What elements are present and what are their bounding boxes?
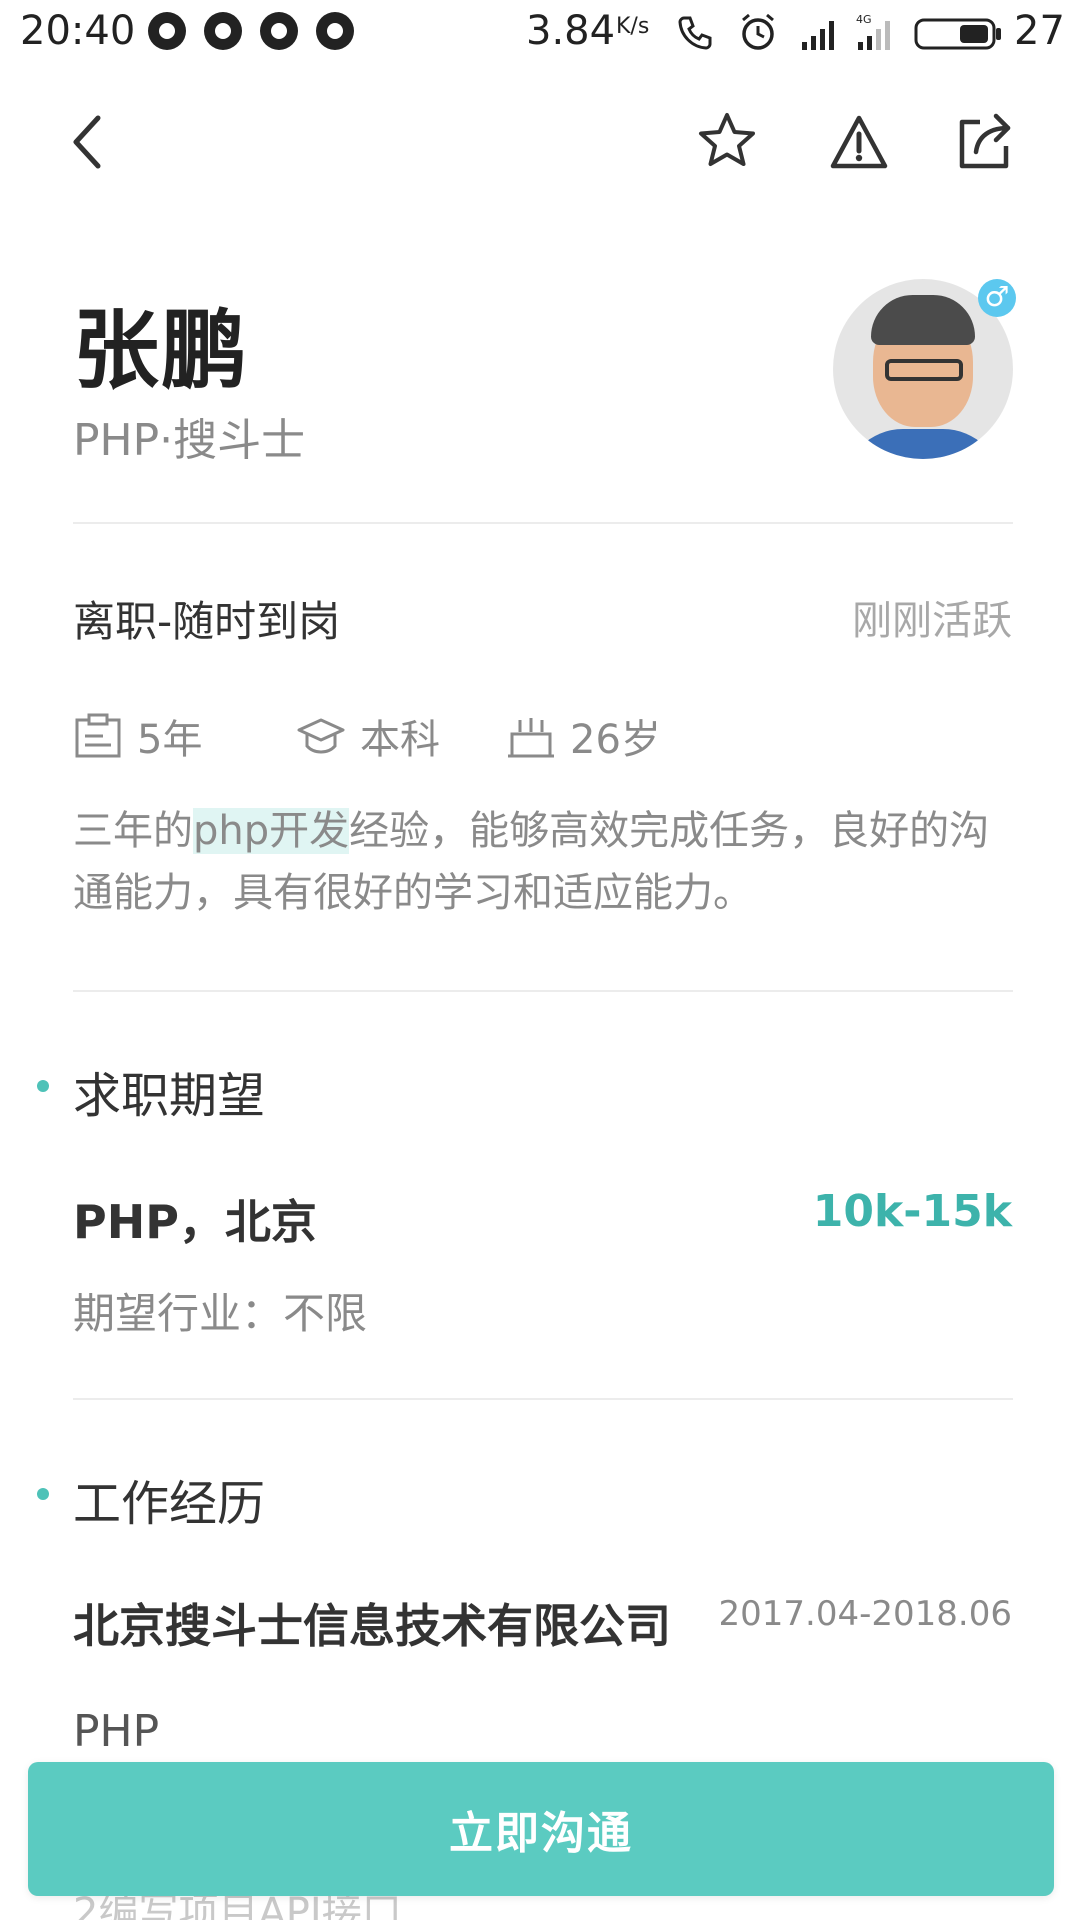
chat-now-container: 立即沟通: [28, 1762, 1054, 1896]
divider: [73, 522, 1013, 524]
job-status: 离职-随时到岗: [73, 597, 341, 646]
male-gender-icon: ♂: [978, 279, 1016, 317]
avatar-shirt: [843, 429, 1003, 459]
report-button[interactable]: [828, 112, 890, 172]
section-bullet: [37, 1488, 49, 1500]
status-time: 20:40: [20, 8, 136, 54]
meta-age: 26岁: [506, 710, 661, 763]
network-speed: 3.84: [526, 8, 616, 54]
expected-industry: 期望行业：不限: [73, 1289, 368, 1338]
company-name[interactable]: 北京搜斗士信息技术有限公司: [73, 1590, 671, 1656]
alarm-icon: [742, 13, 774, 50]
graduation-cap-icon: [297, 718, 345, 754]
chat-notification-icon: [260, 12, 298, 50]
candidate-description: 三年的php开发经验，能够高效完成任务，良好的沟通能力，具有很好的学习和适应能力…: [73, 800, 1013, 924]
description-highlight: php开发: [193, 808, 350, 854]
age: 26岁: [570, 717, 661, 763]
divider: [73, 1398, 1013, 1400]
battery-icon: [914, 18, 1001, 50]
expected-position[interactable]: PHP，北京: [73, 1186, 317, 1252]
app-notification-icon: [148, 12, 186, 50]
call-icon: [678, 16, 712, 50]
avatar-hair: [871, 295, 975, 345]
section-title-expectation: 求职期望: [73, 1068, 266, 1124]
meta-education: 本科: [296, 710, 440, 763]
section-title-work-history: 工作经历: [73, 1476, 266, 1532]
experience-icon: [75, 713, 121, 758]
back-button[interactable]: [64, 112, 112, 172]
battery-level: 27: [1014, 8, 1065, 54]
hotspot-icon: [316, 12, 354, 50]
expected-salary: 10k-15k: [812, 1186, 1012, 1237]
status-bar: 20:40 3.84 K/s 4G 27: [0, 0, 1080, 66]
meta-experience: 5年: [73, 710, 203, 763]
activity-status: 刚刚活跃: [852, 598, 1012, 644]
job-role: PHP: [73, 1706, 160, 1757]
avatar-glasses: [885, 359, 963, 381]
birthday-cake-icon: [508, 718, 554, 758]
signal-icon: [802, 21, 834, 50]
network-speed-unit: K/s: [616, 14, 650, 39]
employment-period: 2017.04-2018.06: [718, 1594, 1012, 1634]
experience-years: 5年: [137, 717, 203, 763]
svg-text:4G: 4G: [856, 13, 872, 26]
education-level: 本科: [360, 717, 440, 763]
description-text: 三年的: [73, 808, 193, 854]
app-notification-icon: [204, 12, 242, 50]
chat-now-button[interactable]: 立即沟通: [28, 1762, 1054, 1896]
candidate-subtitle: PHP·搜斗士: [73, 415, 306, 466]
favorite-button[interactable]: [696, 110, 758, 172]
candidate-name: 张鹏: [73, 301, 249, 401]
section-bullet: [37, 1080, 49, 1092]
divider: [73, 990, 1013, 992]
share-button[interactable]: [954, 112, 1014, 172]
notification-icons: [148, 12, 354, 50]
signal-4g-icon: 4G: [856, 13, 890, 50]
